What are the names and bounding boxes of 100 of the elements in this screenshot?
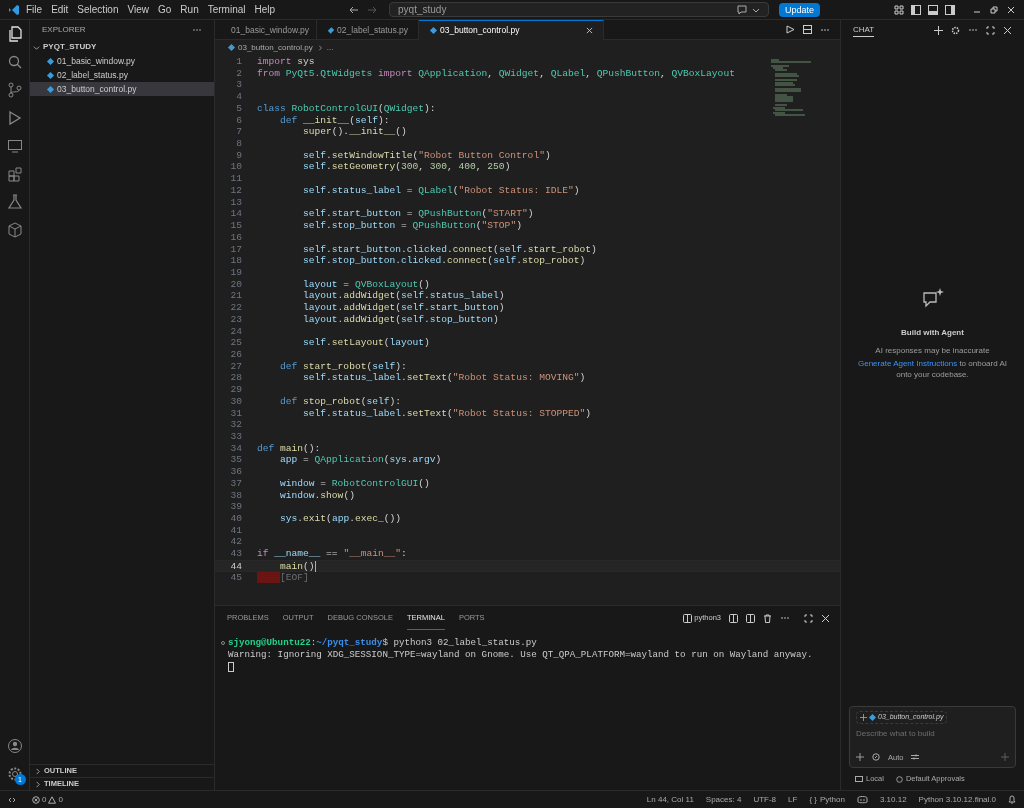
sidebar-toggle-icon[interactable] (911, 4, 921, 15)
copilot-icon[interactable] (856, 795, 868, 804)
breadcrumb-item[interactable]: ... (326, 41, 334, 54)
status-item[interactable]: Spaces: 4 (705, 793, 742, 806)
explorer-file-row[interactable]: 03_button_control.py (30, 82, 214, 96)
status-item[interactable]: UTF-8 (753, 793, 777, 806)
code-line: import sys (257, 56, 315, 68)
editor-tab[interactable]: 01_basic_window.py (215, 20, 317, 40)
chat-icon[interactable] (737, 4, 749, 15)
extensions-icon[interactable] (6, 166, 23, 182)
interpreter-item[interactable]: Python 3.10.12.final.0 (918, 793, 996, 806)
line-number: 28 (229, 372, 243, 385)
more-icon[interactable] (820, 27, 830, 32)
line-number: 27 (229, 360, 243, 373)
code-line: window.show() (279, 489, 355, 502)
close-icon[interactable] (821, 613, 830, 623)
status-item[interactable]: Ln 44, Col 11 (646, 793, 694, 806)
settings-icon[interactable] (6, 766, 23, 782)
more-icon[interactable] (780, 616, 790, 620)
code-line: self.stop_button.clicked.connect(self.stop_robot) (302, 255, 586, 267)
line-number: 1 (235, 56, 243, 68)
restore-icon[interactable] (989, 4, 999, 15)
new-terminal-icon[interactable] (729, 613, 738, 623)
bell-icon[interactable] (1008, 795, 1016, 804)
terminal-icon (683, 613, 693, 623)
cube-icon[interactable] (6, 222, 23, 238)
breadcrumb-item[interactable]: 03_button_control.py (238, 41, 313, 54)
more-icon[interactable] (192, 28, 202, 32)
python-version[interactable]: 3.10.12 (879, 793, 907, 806)
account-icon[interactable] (6, 738, 23, 754)
instructions-link[interactable]: Generate Agent Instructions (858, 358, 958, 368)
python-file-icon (327, 26, 335, 34)
code-line: self.start_button = QPushButton("START") (302, 208, 534, 221)
code-line: def __init__(self): (279, 114, 390, 127)
plus-icon[interactable] (934, 25, 943, 35)
tools-icon[interactable] (872, 753, 880, 762)
forward-arrow-icon[interactable] (367, 4, 378, 15)
app-logo-icon (8, 3, 20, 16)
settings-icon[interactable] (951, 25, 960, 35)
disclaimer-text: AI responses may be inaccurate (875, 344, 990, 357)
error-count[interactable]: 0 (42, 793, 47, 806)
error-icon[interactable] (32, 795, 40, 804)
layout-icon[interactable] (894, 4, 904, 15)
split-editor-icon[interactable] (803, 25, 812, 34)
source-control-icon[interactable] (6, 82, 23, 98)
terminal-separator: : (310, 637, 317, 649)
line-number: 21 (229, 290, 243, 303)
folder-name[interactable]: PYQT_STUDY (43, 41, 97, 53)
line-number: 5 (235, 102, 243, 115)
close-icon[interactable] (1006, 4, 1016, 15)
files-icon[interactable] (6, 26, 23, 42)
warning-count[interactable]: 0 (58, 793, 63, 806)
close-icon[interactable] (586, 27, 593, 34)
flask-icon[interactable] (6, 194, 23, 210)
menu-item[interactable]: Go (158, 2, 172, 17)
line-number: 40 (229, 513, 243, 525)
menu-item[interactable]: File (26, 2, 43, 17)
menu-item[interactable]: Help (254, 2, 276, 17)
split-terminal-icon[interactable] (746, 613, 755, 623)
line-number: 36 (229, 466, 243, 478)
line-number: 7 (235, 126, 243, 139)
menu-item[interactable]: Selection (77, 2, 119, 17)
line-number: 23 (229, 313, 243, 326)
trash-icon[interactable] (763, 613, 772, 623)
menu-item[interactable]: Run (180, 2, 199, 17)
line-number: 42 (229, 536, 243, 549)
run-debug-icon[interactable] (6, 110, 23, 126)
explorer-file-row[interactable]: 01_basic_window.py (30, 54, 214, 68)
line-number: 38 (229, 489, 243, 502)
code-line: self.status_label = QLabel("Robot Status: IDLE") (302, 184, 580, 197)
chat-title[interactable]: CHAT (853, 23, 875, 37)
update-button[interactable]: Update (779, 2, 821, 17)
secondary-sidebar-toggle-icon[interactable] (945, 4, 955, 15)
status-item[interactable]: LF (788, 793, 798, 806)
line-number: 30 (229, 395, 243, 408)
search-icon[interactable] (6, 54, 23, 70)
line-number: 13 (229, 196, 243, 209)
explorer-file-row[interactable]: 02_label_status.py (30, 68, 214, 82)
onboarding-text: Generate Agent Instructions to onboard AI onto your codebase. (857, 357, 1008, 380)
panel-toggle-icon[interactable] (928, 4, 938, 15)
sliders-icon[interactable] (911, 753, 920, 762)
maximize-icon[interactable] (804, 613, 813, 623)
menu-item[interactable]: View (127, 2, 149, 17)
remote-icon[interactable] (8, 795, 16, 804)
chevron-down-icon[interactable] (33, 43, 40, 51)
editor-tab[interactable]: 03_button_control.py (419, 20, 604, 40)
search-field[interactable]: pyqt_study (389, 2, 770, 17)
line-number: 15 (229, 220, 243, 232)
warning-icon[interactable] (48, 795, 57, 804)
language-mode[interactable]: Python (820, 793, 845, 806)
plus-icon[interactable] (860, 713, 867, 721)
maximize-icon[interactable] (986, 25, 995, 35)
back-arrow-icon[interactable] (349, 4, 360, 15)
more-icon[interactable] (968, 28, 978, 32)
menu-item[interactable]: Edit (51, 2, 69, 17)
remote-explorer-icon[interactable] (6, 138, 23, 154)
menu-item[interactable]: Terminal (207, 2, 246, 17)
line-number: 37 (229, 477, 243, 490)
close-icon[interactable] (1003, 25, 1012, 35)
run-icon[interactable] (786, 25, 795, 34)
